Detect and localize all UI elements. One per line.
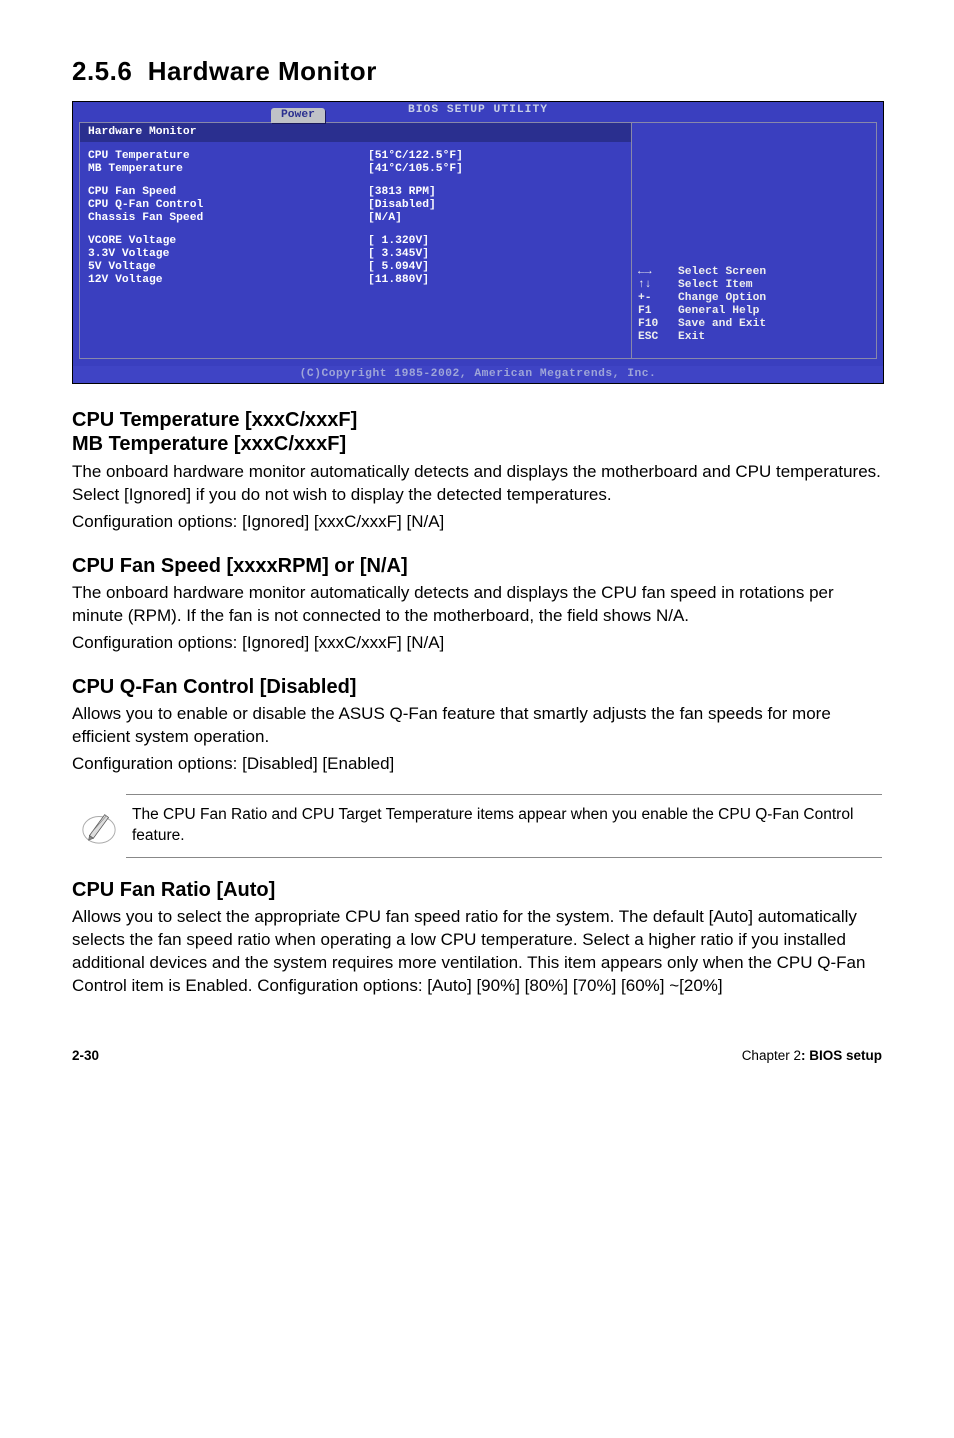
section-heading: 2.5.6 Hardware Monitor — [72, 56, 882, 87]
help-desc: General Help — [678, 305, 759, 318]
pencil-icon — [72, 807, 126, 845]
bios-tab-power[interactable]: Power — [271, 108, 325, 123]
bios-help-pane: ←→Select Screen ↑↓Select Item +-Change O… — [632, 122, 877, 359]
bios-row[interactable]: MB Temperature [41°C/105.5°F] — [88, 163, 623, 176]
help-row: ←→Select Screen — [638, 266, 870, 279]
help-row: F10Save and Exit — [638, 318, 870, 331]
bios-value: [11.880V] — [368, 274, 429, 287]
bios-label: 3.3V Voltage — [88, 248, 368, 261]
help-row: +-Change Option — [638, 292, 870, 305]
help-row: ESCExit — [638, 331, 870, 344]
heading-line2: MB Temperature [xxxC/xxxF] — [72, 433, 346, 455]
bios-window: BIOS SETUP UTILITY Power Hardware Monito… — [72, 101, 884, 384]
bios-titlebar: BIOS SETUP UTILITY Power — [73, 102, 883, 122]
bios-label: CPU Fan Speed — [88, 186, 368, 199]
help-desc: Change Option — [678, 292, 766, 305]
chapter-prefix: Chapter 2 — [742, 1048, 801, 1063]
section-number: 2.5.6 — [72, 56, 132, 86]
bios-content-area: CPU Temperature [51°C/122.5°F] MB Temper… — [79, 142, 632, 359]
page-number: 2-30 — [72, 1048, 99, 1063]
bios-value: [3813 RPM] — [368, 186, 436, 199]
help-key: ESC — [638, 331, 678, 344]
help-desc: Save and Exit — [678, 318, 766, 331]
help-key: ←→ — [638, 266, 678, 279]
help-desc: Select Item — [678, 279, 753, 292]
bios-value: [41°C/105.5°F] — [368, 163, 463, 176]
bios-label: CPU Q-Fan Control — [88, 199, 368, 212]
paragraph: Configuration options: [Ignored] [xxxC/x… — [72, 511, 882, 534]
page-footer: 2-30 Chapter 2: BIOS setup — [72, 1042, 882, 1063]
bios-value: [ 5.094V] — [368, 261, 429, 274]
bios-title: BIOS SETUP UTILITY — [408, 104, 548, 117]
paragraph: Configuration options: [Disabled] [Enabl… — [72, 753, 882, 776]
help-desc: Select Screen — [678, 266, 766, 279]
bios-value: [N/A] — [368, 212, 402, 225]
bios-label: Chassis Fan Speed — [88, 212, 368, 225]
bios-value: [Disabled] — [368, 199, 436, 212]
help-row: F1General Help — [638, 305, 870, 318]
heading-cpu-fan-speed: CPU Fan Speed [xxxxRPM] or [N/A] — [72, 554, 882, 578]
paragraph: Allows you to enable or disable the ASUS… — [72, 703, 882, 749]
bios-label: 12V Voltage — [88, 274, 368, 287]
bios-row[interactable]: 12V Voltage [11.880V] — [88, 274, 623, 287]
section-title: Hardware Monitor — [148, 56, 377, 86]
callout-text: The CPU Fan Ratio and CPU Target Tempera… — [126, 794, 882, 858]
heading-cpu-fan-ratio: CPU Fan Ratio [Auto] — [72, 878, 882, 902]
bios-row[interactable]: CPU Fan Speed [3813 RPM] — [88, 186, 623, 199]
bios-row[interactable]: CPU Temperature [51°C/122.5°F] — [88, 150, 623, 163]
help-desc: Exit — [678, 331, 705, 344]
help-row: ↑↓Select Item — [638, 279, 870, 292]
note-callout: The CPU Fan Ratio and CPU Target Tempera… — [72, 794, 882, 858]
help-key: +- — [638, 292, 678, 305]
help-key: F10 — [638, 318, 678, 331]
bios-row[interactable]: 3.3V Voltage [ 3.345V] — [88, 248, 623, 261]
bios-row[interactable]: CPU Q-Fan Control [Disabled] — [88, 199, 623, 212]
bios-label: VCORE Voltage — [88, 235, 368, 248]
bios-label: CPU Temperature — [88, 150, 368, 163]
paragraph: Configuration options: [Ignored] [xxxC/x… — [72, 632, 882, 655]
heading-line1: CPU Temperature [xxxC/xxxF] — [72, 409, 357, 431]
bios-row[interactable]: Chassis Fan Speed [N/A] — [88, 212, 623, 225]
help-key: F1 — [638, 305, 678, 318]
paragraph: The onboard hardware monitor automatical… — [72, 461, 882, 507]
heading-cpu-qfan: CPU Q-Fan Control [Disabled] — [72, 675, 882, 699]
bios-value: [ 3.345V] — [368, 248, 429, 261]
chapter-title: : BIOS setup — [801, 1048, 882, 1063]
paragraph: Allows you to select the appropriate CPU… — [72, 906, 882, 998]
bios-footer: (C)Copyright 1985-2002, American Megatre… — [73, 365, 883, 383]
bios-label: 5V Voltage — [88, 261, 368, 274]
bios-row[interactable]: 5V Voltage [ 5.094V] — [88, 261, 623, 274]
heading-cpu-mb-temp: CPU Temperature [xxxC/xxxF] MB Temperatu… — [72, 408, 882, 457]
bios-value: [ 1.320V] — [368, 235, 429, 248]
help-key: ↑↓ — [638, 279, 678, 292]
paragraph: The onboard hardware monitor automatical… — [72, 582, 882, 628]
bios-label: MB Temperature — [88, 163, 368, 176]
bios-value: [51°C/122.5°F] — [368, 150, 463, 163]
bios-row[interactable]: VCORE Voltage [ 1.320V] — [88, 235, 623, 248]
chapter-label: Chapter 2: BIOS setup — [742, 1048, 882, 1063]
bios-subheader: Hardware Monitor — [79, 122, 632, 142]
